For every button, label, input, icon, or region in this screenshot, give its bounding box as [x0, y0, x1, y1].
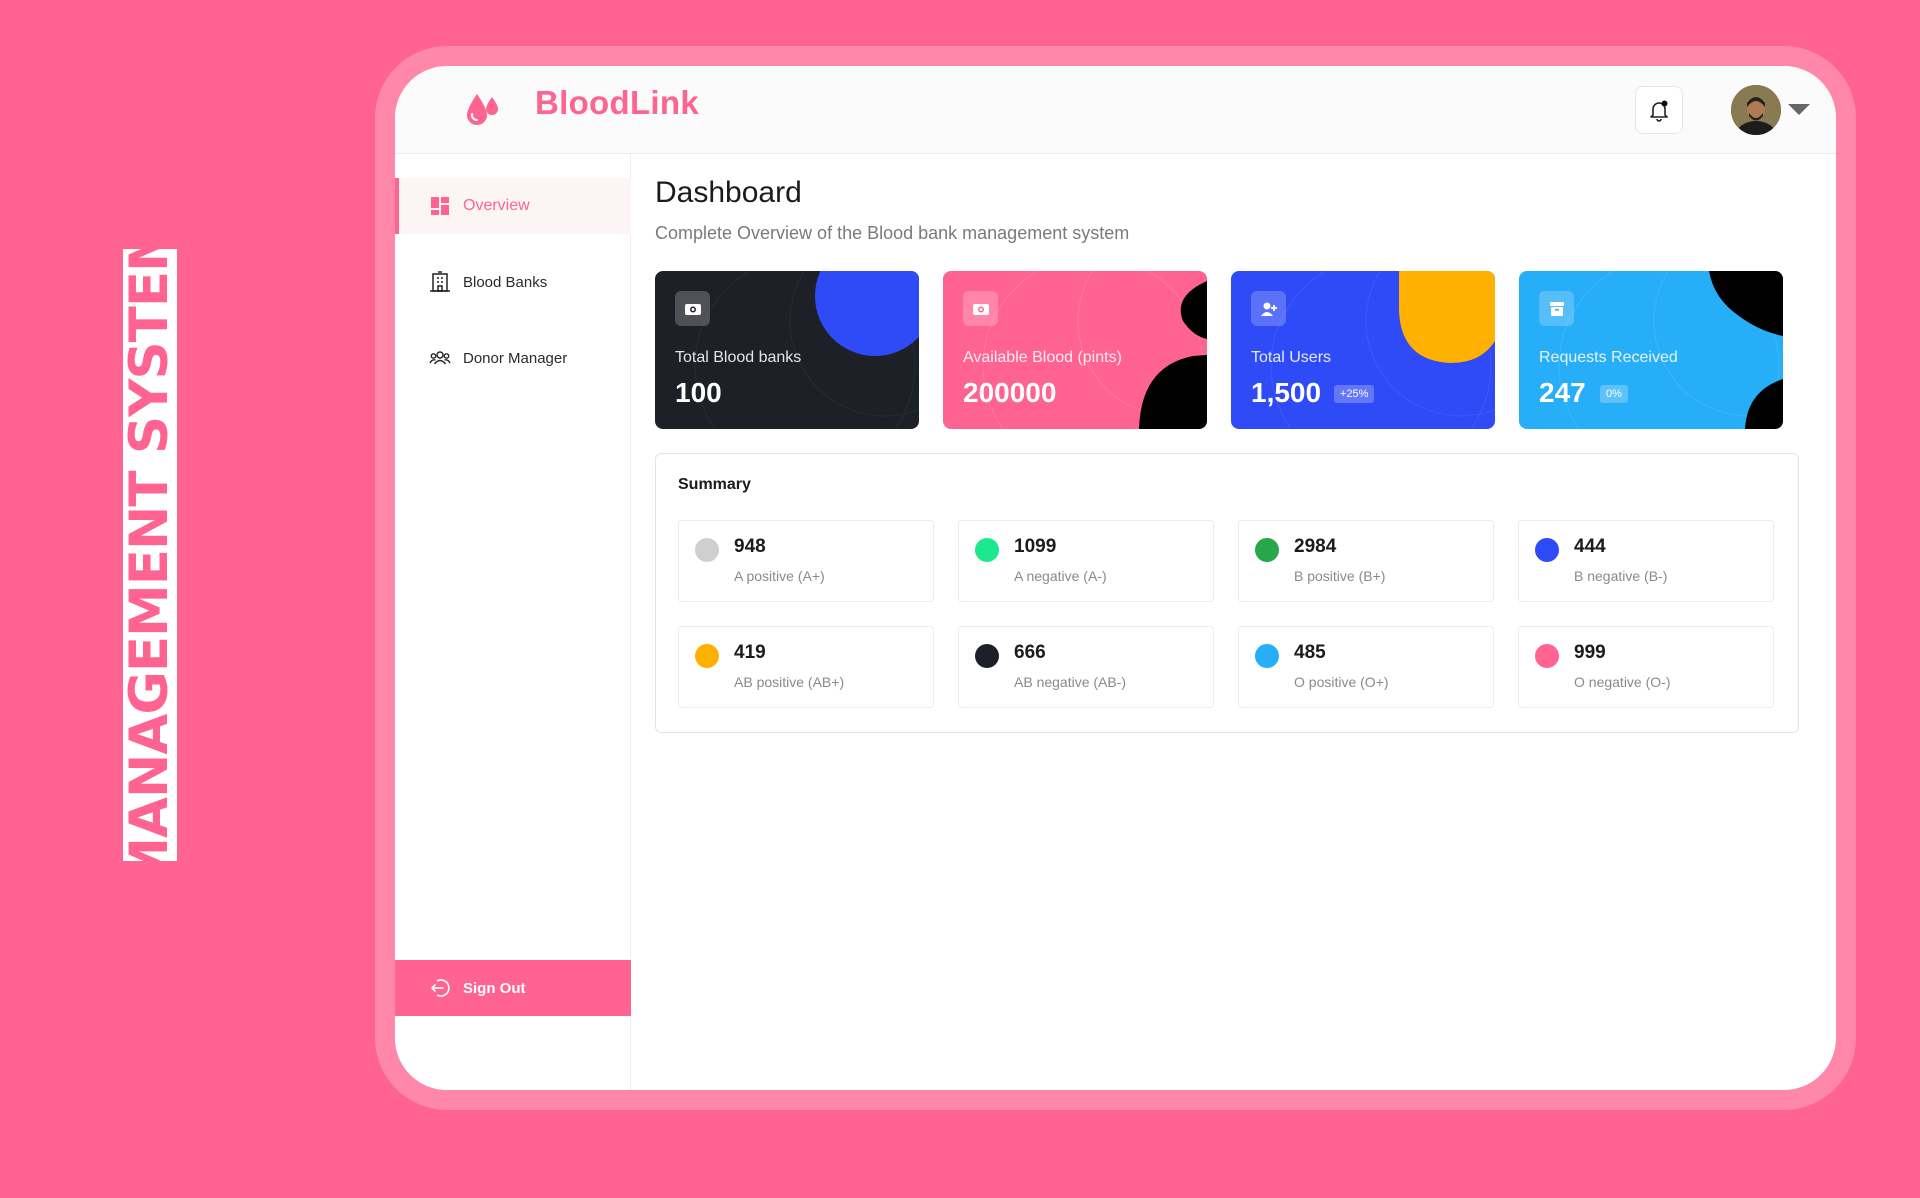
blood-type-count: 999 — [1574, 642, 1606, 663]
blood-type-name: O positive (O+) — [1294, 674, 1389, 690]
blood-type-card-o-negative[interactable]: 999 O negative (O-) — [1518, 626, 1774, 708]
blood-type-count: 485 — [1294, 642, 1326, 663]
camera-icon — [675, 291, 710, 326]
blood-type-card-b-positive[interactable]: 2984 B positive (B+) — [1238, 520, 1494, 602]
blood-type-name: AB positive (AB+) — [734, 674, 845, 690]
stat-value: 1,500 — [1251, 377, 1322, 408]
blood-type-card-b-negative[interactable]: 444 B negative (B-) — [1518, 520, 1774, 602]
stat-label: Available Blood (pints) — [963, 349, 1122, 366]
page-subtitle: Complete Overview of the Blood bank mana… — [655, 223, 1130, 243]
sign-out-label: Sign Out — [463, 979, 526, 997]
logout-icon — [429, 977, 451, 999]
blood-type-card-a-positive[interactable]: 948 A positive (A+) — [678, 520, 934, 602]
users-icon — [429, 347, 451, 369]
blood-type-name: A positive (A+) — [734, 568, 825, 584]
bell-icon — [1650, 100, 1668, 122]
summary-panel: Summary 948 A positive (A+) 1099 A negat… — [655, 453, 1799, 733]
blood-type-card-a-negative[interactable]: 1099 A negative (A-) — [958, 520, 1214, 602]
blood-type-card-ab-positive[interactable]: 419 AB positive (AB+) — [678, 626, 934, 708]
color-dot — [975, 644, 999, 668]
stat-badge: +25% — [1334, 385, 1375, 403]
color-dot — [1255, 644, 1279, 668]
camera-icon — [963, 291, 998, 326]
app-logo-text[interactable]: BloodLink — [535, 84, 699, 122]
stat-value: 200000 — [963, 377, 1057, 408]
notification-button[interactable] — [1635, 86, 1683, 134]
sidebar-item-blood-banks[interactable]: Blood Banks — [395, 254, 631, 310]
stat-card-requests-received[interactable]: Requests Received 247 0% — [1519, 271, 1783, 429]
stat-label: Total Blood banks — [675, 349, 802, 366]
blood-type-count: 2984 — [1294, 536, 1337, 557]
color-dot — [1535, 644, 1559, 668]
blood-type-name: O negative (O-) — [1574, 674, 1671, 690]
building-icon — [429, 271, 451, 293]
blood-type-name: B negative (B-) — [1574, 568, 1668, 584]
chevron-down-icon[interactable] — [1788, 104, 1810, 115]
stat-card-available-blood[interactable]: Available Blood (pints) 200000 — [943, 271, 1207, 429]
blood-type-name: A negative (A-) — [1014, 568, 1107, 584]
side-banner: MANAGEMENT SYSTEM — [123, 249, 177, 861]
summary-title: Summary — [678, 476, 751, 493]
color-dot — [975, 538, 999, 562]
color-dot — [695, 538, 719, 562]
sidebar-item-donor-manager[interactable]: Donor Manager — [395, 330, 631, 386]
blood-drop-logo-icon — [467, 94, 498, 125]
blood-type-card-ab-negative[interactable]: 666 AB negative (AB-) — [958, 626, 1214, 708]
stat-label: Requests Received — [1539, 349, 1678, 366]
color-dot — [1535, 538, 1559, 562]
color-dot — [695, 644, 719, 668]
add-user-icon — [1251, 291, 1286, 326]
top-bar: BloodLink — [395, 66, 1836, 154]
sign-out-button[interactable]: Sign Out — [395, 960, 631, 1016]
blood-type-name: AB negative (AB-) — [1014, 674, 1127, 690]
app-window: BloodLink Overview Blood Banks Donor Man… — [395, 66, 1836, 1090]
stat-value: 247 — [1539, 377, 1586, 408]
blood-type-card-o-positive[interactable]: 485 O positive (O+) — [1238, 626, 1494, 708]
stat-card-total-blood-banks[interactable]: Total Blood banks 100 — [655, 271, 919, 429]
archive-icon — [1539, 291, 1574, 326]
color-dot — [1255, 538, 1279, 562]
blood-type-count: 666 — [1014, 642, 1046, 663]
blood-type-count: 948 — [734, 536, 766, 557]
avatar[interactable] — [1731, 85, 1781, 135]
sidebar-item-label: Donor Manager — [463, 349, 568, 367]
sidebar-item-label: Overview — [463, 197, 530, 214]
stat-card-total-users[interactable]: Total Users 1,500 +25% — [1231, 271, 1495, 429]
blood-type-count: 1099 — [1014, 536, 1057, 557]
sidebar-item-overview[interactable]: Overview — [395, 178, 631, 234]
sidebar-item-label: Blood Banks — [463, 273, 548, 291]
stat-badge: 0% — [1600, 385, 1628, 403]
stat-value: 100 — [675, 377, 722, 408]
blood-type-count: 444 — [1574, 536, 1606, 557]
blood-type-count: 419 — [734, 642, 766, 663]
dashboard-icon — [429, 195, 451, 217]
stat-label: Total Users — [1251, 349, 1332, 366]
blood-type-name: B positive (B+) — [1294, 568, 1386, 584]
banner-text: MANAGEMENT SYSTEM — [123, 249, 177, 861]
page-title: Dashboard — [655, 176, 802, 209]
sidebar: Overview Blood Banks Donor Manager Sign … — [395, 154, 631, 1090]
